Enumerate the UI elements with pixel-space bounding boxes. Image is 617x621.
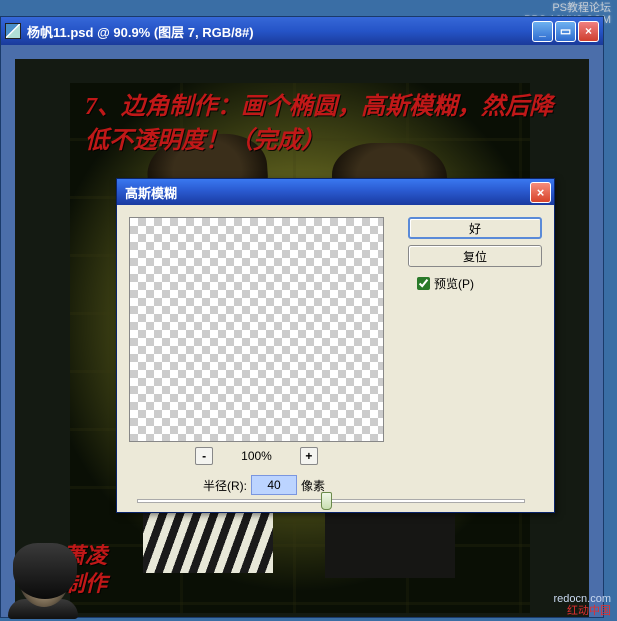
preview-label: 预览(P) <box>434 275 474 292</box>
window-controls: _ ▭ × <box>532 21 599 42</box>
photoshop-doc-icon <box>5 23 21 39</box>
preview-checkbox-row[interactable]: 预览(P) <box>417 275 474 292</box>
close-button[interactable]: × <box>578 21 599 42</box>
zoom-out-button[interactable]: - <box>195 447 213 465</box>
filter-preview[interactable] <box>129 217 384 442</box>
avatar-head <box>19 549 69 607</box>
preview-checkbox[interactable] <box>417 277 430 290</box>
maximize-button[interactable]: ▭ <box>555 21 576 42</box>
gaussian-blur-dialog: 高斯模糊 × - 100% + 半径(R): 像素 好 复位 预览(P) <box>116 178 555 513</box>
radius-row: 半径(R): 像素 <box>203 475 325 495</box>
zoom-percent: 100% <box>241 449 272 463</box>
dialog-titlebar[interactable]: 高斯模糊 × <box>117 179 554 205</box>
reset-button[interactable]: 复位 <box>408 245 542 267</box>
zoom-controls: - 100% + <box>129 447 384 465</box>
site-url: redocn.com <box>554 593 611 605</box>
radius-slider-thumb[interactable] <box>321 492 332 510</box>
watermark-line1: PS教程论坛 <box>524 2 611 14</box>
tutorial-step-text: 7、边角制作：画个椭圆，高斯模糊，然后降低不透明度！（完成） <box>85 91 575 158</box>
radius-input[interactable] <box>251 475 297 495</box>
site-name: 红动中国 <box>554 605 611 617</box>
dialog-body: - 100% + 半径(R): 像素 好 复位 预览(P) <box>117 205 554 512</box>
document-title: 杨帆11.psd @ 90.9% (图层 7, RGB/8#) <box>27 22 532 41</box>
user-avatar <box>8 549 80 621</box>
site-watermark: redocn.com 红动中国 <box>554 593 611 617</box>
minimize-button[interactable]: _ <box>532 21 553 42</box>
radius-unit: 像素 <box>301 477 325 494</box>
document-titlebar[interactable]: 杨帆11.psd @ 90.9% (图层 7, RGB/8#) _ ▭ × <box>1 17 603 45</box>
avatar-hair <box>13 543 77 599</box>
radius-label: 半径(R): <box>203 477 247 494</box>
dialog-close-button[interactable]: × <box>530 182 551 203</box>
ok-button[interactable]: 好 <box>408 217 542 239</box>
dialog-title: 高斯模糊 <box>125 183 530 202</box>
zoom-in-button[interactable]: + <box>300 447 318 465</box>
